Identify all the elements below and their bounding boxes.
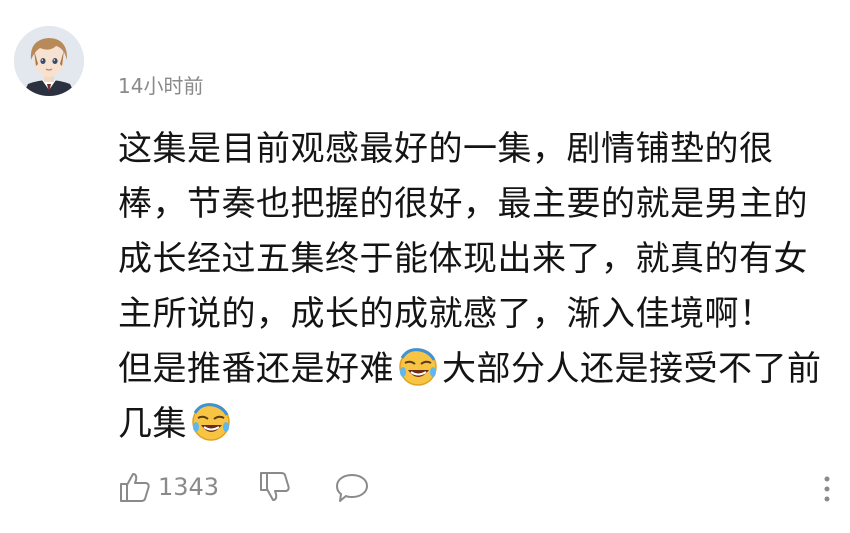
laugh-cry-emoji bbox=[189, 399, 233, 443]
comment-paragraph: 但是推番还是好难 大部分人还是接受不了前几集 bbox=[118, 342, 830, 452]
like-button[interactable]: 1343 bbox=[118, 470, 219, 504]
thumbs-down-icon bbox=[258, 470, 292, 504]
more-vertical-icon bbox=[820, 474, 834, 504]
more-options-button[interactable] bbox=[820, 474, 834, 504]
comment-actions: 1343 bbox=[118, 470, 838, 510]
comment-body: 这集是目前观感最好的一集，剧情铺垫的很棒，节奏也把握的很好，最主要的就是男主的成… bbox=[118, 122, 830, 452]
avatar-illustration bbox=[14, 26, 84, 96]
comment-paragraph: 这集是目前观感最好的一集，剧情铺垫的很棒，节奏也把握的很好，最主要的就是男主的成… bbox=[118, 122, 830, 342]
avatar[interactable] bbox=[14, 26, 84, 96]
dislike-button[interactable] bbox=[258, 470, 292, 504]
thumbs-up-icon bbox=[118, 470, 152, 504]
comment-time: 14小时前 bbox=[118, 74, 204, 98]
comment-card: 14小时前 这集是目前观感最好的一集，剧情铺垫的很棒，节奏也把握的很好，最主要的… bbox=[0, 0, 850, 533]
comment-text: 但是推番还是好难 bbox=[118, 349, 394, 389]
comment-text: 这集是目前观感最好的一集，剧情铺垫的很棒，节奏也把握的很好，最主要的就是男主的成… bbox=[118, 129, 808, 334]
like-count: 1343 bbox=[158, 473, 220, 501]
speech-bubble-icon bbox=[334, 472, 370, 504]
laugh-cry-emoji bbox=[396, 344, 440, 388]
reply-button[interactable] bbox=[334, 472, 370, 504]
